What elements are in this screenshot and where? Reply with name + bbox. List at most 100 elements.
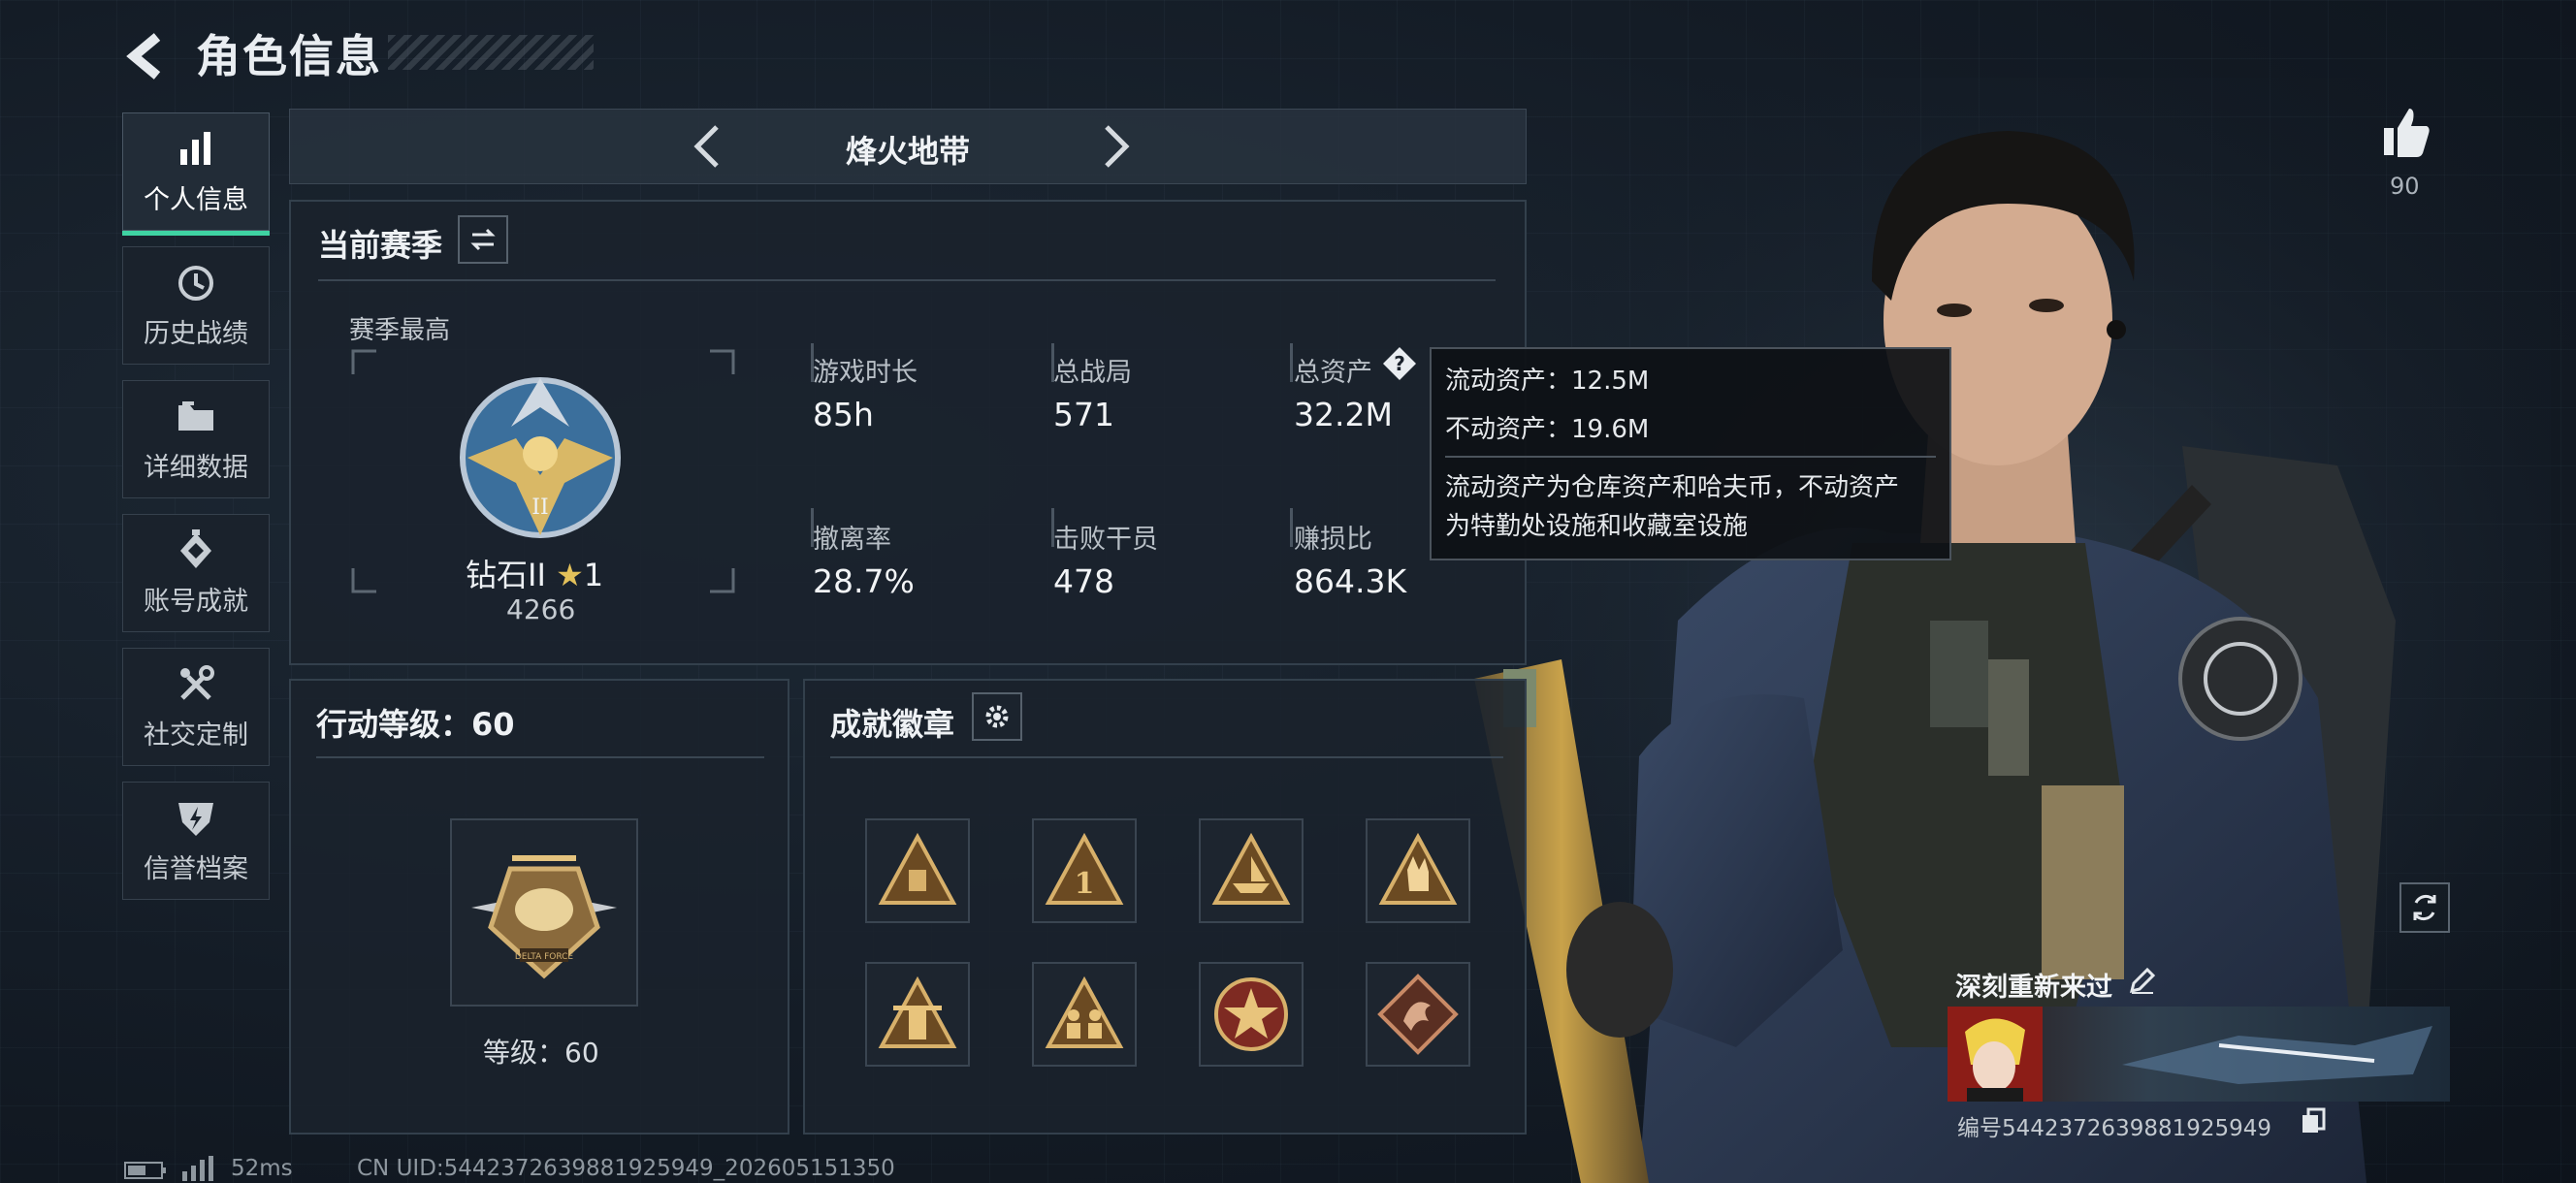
- badge-hand-sign-icon: [1378, 832, 1458, 905]
- tools-icon: [180, 664, 214, 700]
- page-title: 角色信息: [196, 30, 382, 82]
- player-name: 深刻重新来过: [1955, 973, 2112, 1003]
- sidebar-item-label: 社交定制: [144, 719, 248, 751]
- tooltip-fixed-assets: 不动资产：19.6M: [1445, 415, 1650, 444]
- player-banner[interactable]: [1948, 1007, 2450, 1102]
- edit-name-icon[interactable]: [2128, 966, 2157, 995]
- svg-text:1: 1: [1075, 867, 1095, 901]
- refresh-icon: [2413, 894, 2436, 921]
- achievements-title: 成就徽章: [830, 706, 955, 743]
- badge-dragon-icon: [1377, 974, 1459, 1055]
- divider: [318, 279, 1496, 281]
- badge-boat-icon: [1211, 832, 1291, 905]
- stat-value-extract-rate: 28.7%: [813, 562, 915, 600]
- divider: [316, 756, 764, 758]
- sidebar-item-personal-info[interactable]: 个人信息: [122, 112, 270, 236]
- sidebar-item-reputation[interactable]: 信誉档案: [122, 782, 270, 900]
- asset-tooltip: 流动资产：12.5M 不动资产：19.6M 流动资产为仓库资产和哈夫币，不动资产…: [1430, 347, 1951, 560]
- season-switch-button[interactable]: [458, 215, 508, 264]
- sidebar-item-achievements[interactable]: 账号成就: [122, 514, 270, 632]
- rank-name-text: 钻石II: [466, 557, 546, 593]
- achievement-icon: [180, 528, 211, 568]
- stat-label-kills: 击败干员: [1053, 525, 1158, 555]
- action-level-panel: 行动等级：60 DELTA FORCE 等级：60: [289, 679, 789, 1135]
- achievement-badge[interactable]: [1366, 818, 1470, 923]
- player-id: 编号5442372639881925949: [1957, 1116, 2272, 1141]
- achievement-badge[interactable]: 1: [1032, 818, 1137, 923]
- sidebar-item-social[interactable]: 社交定制: [122, 648, 270, 766]
- achievement-badge[interactable]: [1199, 818, 1304, 923]
- helicopter-emblem-icon: DELTA FORCE: [471, 855, 617, 979]
- season-title: 当前赛季: [318, 227, 443, 264]
- signal-icon: [182, 1156, 213, 1181]
- level-emblem-frame: DELTA FORCE: [450, 818, 638, 1007]
- rank-score: 4266: [506, 593, 576, 625]
- achievement-badge[interactable]: [1199, 962, 1304, 1067]
- achievement-badge[interactable]: [1032, 962, 1137, 1067]
- tooltip-liquid-assets: 流动资产：12.5M: [1445, 367, 1650, 396]
- stat-value-assets: 32.2M: [1294, 396, 1393, 433]
- gear-icon: [985, 705, 1009, 728]
- stat-value-playtime: 85h: [813, 396, 874, 433]
- sidebar-item-label: 详细数据: [144, 452, 248, 483]
- svg-text:?: ?: [1394, 352, 1405, 375]
- ping-text: 52ms: [231, 1156, 293, 1181]
- refresh-button[interactable]: [2399, 882, 2450, 933]
- next-mode-button[interactable]: [1097, 123, 1136, 170]
- battery-icon: [124, 1162, 166, 1179]
- badge-star-medal-icon: [1214, 977, 1288, 1051]
- help-icon[interactable]: ?: [1381, 345, 1418, 382]
- swap-icon: [470, 228, 496, 251]
- stat-value-matches: 571: [1053, 396, 1114, 433]
- sidebar-item-details[interactable]: 详细数据: [122, 380, 270, 498]
- mode-selector: 烽火地带: [289, 109, 1527, 184]
- stat-label-matches: 总战局: [1053, 358, 1132, 388]
- back-arrow-icon[interactable]: [118, 29, 173, 83]
- tooltip-description-line2: 为特勤处设施和收藏室设施: [1445, 512, 1749, 541]
- sidebar-item-history[interactable]: 历史战绩: [122, 246, 270, 365]
- stat-label-assets: 总资产: [1294, 358, 1372, 388]
- sidebar-item-label: 账号成就: [144, 586, 248, 617]
- achievements-panel: 成就徽章 1: [803, 679, 1527, 1135]
- like-count: 90: [2390, 173, 2420, 200]
- title-decoration: [388, 35, 594, 70]
- badge-tower-icon: [878, 975, 957, 1048]
- mode-label: 烽火地带: [845, 133, 970, 170]
- bar-chart-icon: [180, 131, 210, 165]
- sidebar-item-label: 个人信息: [144, 184, 248, 215]
- rank-stars: 1: [583, 557, 604, 593]
- folder-icon: [178, 400, 213, 431]
- achievements-settings-button[interactable]: [972, 692, 1022, 741]
- stat-value-kills: 478: [1053, 562, 1114, 600]
- stat-label-extract-rate: 撤离率: [813, 525, 891, 555]
- level-label: 等级：60: [483, 1037, 599, 1069]
- sidebar-item-label: 信誉档案: [144, 853, 248, 884]
- shield-lightning-icon: [178, 802, 213, 836]
- thumbs-up-icon[interactable]: [2382, 107, 2431, 159]
- tooltip-description-line1: 流动资产为仓库资产和哈夫币，不动资产: [1445, 473, 1900, 502]
- stat-divider: [1290, 508, 1293, 547]
- achievement-badge[interactable]: [865, 962, 970, 1067]
- current-season-panel: 当前赛季 赛季最高 II 钻石II ★1 4266 游戏时长 85h 总战局 5…: [289, 200, 1527, 665]
- badge-number-one-icon: 1: [1045, 832, 1124, 905]
- sidebar-item-label: 历史战绩: [144, 318, 248, 349]
- rank-star-icon: ★: [556, 557, 584, 593]
- season-best-label: 赛季最高: [349, 316, 451, 345]
- history-icon: [178, 265, 213, 301]
- action-level-title: 行动等级：60: [316, 706, 515, 743]
- badge-squad-icon: [1045, 975, 1124, 1048]
- emblem-text: DELTA FORCE: [515, 952, 574, 962]
- stat-divider: [1290, 343, 1293, 382]
- badge-pyramid-icon: [878, 832, 957, 905]
- divider: [830, 756, 1503, 758]
- copy-icon[interactable]: [2301, 1107, 2326, 1135]
- player-banner-art: [1948, 1007, 2432, 1102]
- rank-name: 钻石II ★1: [466, 551, 603, 595]
- achievement-badge[interactable]: [865, 818, 970, 923]
- achievement-badge[interactable]: [1366, 962, 1470, 1067]
- stat-label-profit-ratio: 赚损比: [1294, 525, 1372, 555]
- stat-label-playtime: 游戏时长: [813, 358, 918, 388]
- diamond-rank-emblem-icon: II: [460, 377, 621, 538]
- svg-text:II: II: [531, 496, 548, 520]
- divider: [1445, 456, 1936, 458]
